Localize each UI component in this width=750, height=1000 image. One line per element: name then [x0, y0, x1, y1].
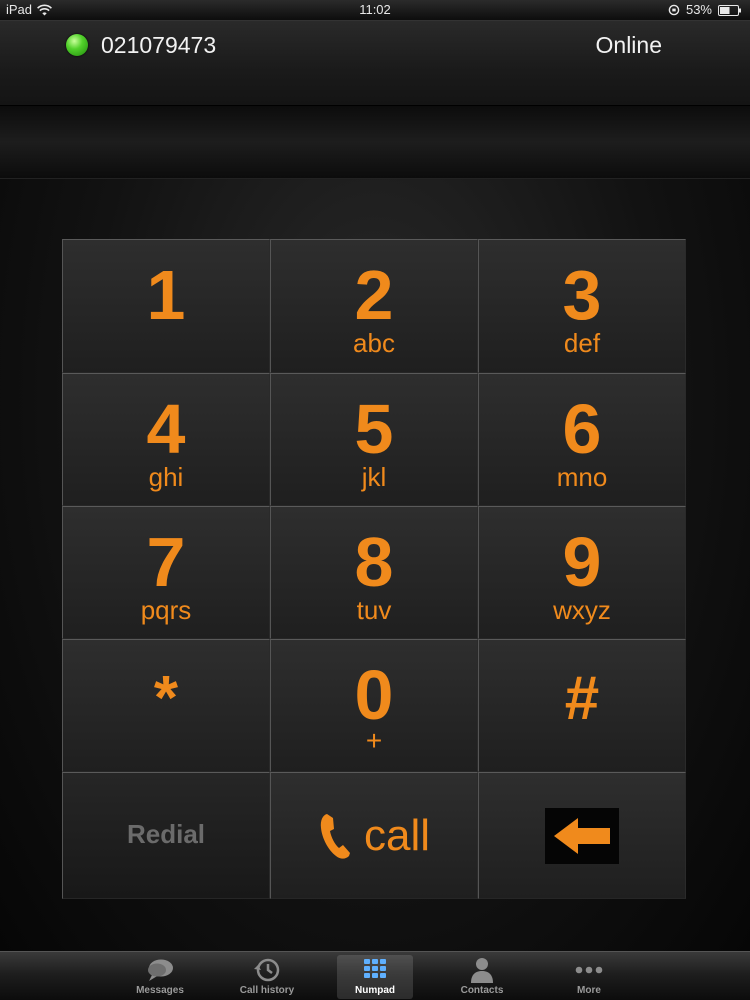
tab-bar: Messages Call history Numpad Contacts Mo… [0, 951, 750, 1000]
online-status-label: Online [595, 32, 662, 58]
tab-label: More [577, 985, 601, 996]
key-3[interactable]: 3 def [478, 239, 686, 373]
key-digit: 1 [146, 256, 186, 334]
key-digit: 8 [354, 523, 394, 601]
phone-icon [318, 811, 352, 861]
key-digit: 0 [354, 656, 394, 734]
key-digit: 2 [354, 256, 394, 334]
dialer-screen: iPad 11:02 53% 021079473 Online 1 2 abc … [0, 0, 750, 1000]
clock-history-icon [229, 955, 305, 985]
key-letters: jkl [361, 462, 387, 492]
key-letters: pqrs [140, 595, 192, 625]
key-hash[interactable]: # [478, 639, 686, 772]
key-digit: 7 [146, 523, 186, 601]
status-time: 11:02 [359, 2, 391, 17]
person-icon [444, 955, 520, 985]
battery-percent: 53% [685, 2, 712, 17]
key-9[interactable]: 9 wxyz [478, 506, 686, 639]
dots-icon [551, 955, 627, 985]
key-digit: 5 [354, 390, 394, 468]
speech-bubble-icon [122, 955, 198, 985]
redial-label: Redial [126, 819, 206, 849]
account-header: 021079473 Online [0, 20, 750, 106]
key-letters: wxyz [553, 595, 611, 625]
call-label: call [363, 810, 431, 860]
key-letters: abc [353, 328, 395, 358]
battery-icon [718, 4, 742, 16]
status-bar: iPad 11:02 53% [0, 0, 750, 20]
key-6[interactable]: 6 mno [478, 373, 686, 506]
keypad-grid-icon [337, 955, 413, 985]
account-number: 021079473 [101, 32, 217, 58]
key-digit: 3 [562, 256, 602, 334]
tab-label: Contacts [460, 985, 504, 996]
status-bar-right: 53% [668, 0, 742, 20]
key-letters: ghi [148, 462, 184, 492]
dialed-number-display [0, 106, 750, 179]
backspace-button[interactable] [478, 772, 686, 899]
key-letters: mno [556, 462, 608, 492]
key-letters: + [365, 725, 383, 756]
online-status-icon [66, 34, 88, 56]
key-digit: 4 [146, 390, 186, 468]
tab-contacts[interactable]: Contacts [444, 955, 520, 999]
key-0[interactable]: 0 + [270, 639, 478, 772]
tab-more[interactable]: More [551, 955, 627, 999]
tab-label: Call history [239, 985, 295, 996]
key-digit: 9 [562, 523, 602, 601]
key-5[interactable]: 5 jkl [270, 373, 478, 506]
tab-label: Messages [136, 985, 184, 996]
key-star[interactable]: * [62, 639, 270, 772]
numpad: 1 2 abc 3 def 4 ghi 5 jkl 6 mno 7 pqrs 8 [62, 239, 686, 899]
tab-label: Numpad [355, 985, 395, 996]
key-7[interactable]: 7 pqrs [62, 506, 270, 639]
call-button[interactable]: call [270, 772, 478, 899]
key-letters: tuv [356, 595, 392, 625]
key-4[interactable]: 4 ghi [62, 373, 270, 506]
key-letters: def [563, 328, 601, 358]
key-2[interactable]: 2 abc [270, 239, 478, 373]
tab-call-history[interactable]: Call history [229, 955, 305, 999]
tab-numpad[interactable]: Numpad [337, 955, 413, 999]
redial-button[interactable]: Redial [62, 772, 270, 899]
tab-messages[interactable]: Messages [122, 955, 198, 999]
key-digit: # [564, 664, 600, 733]
arrow-left-icon [545, 807, 619, 864]
key-8[interactable]: 8 tuv [270, 506, 478, 639]
key-digit: 6 [562, 390, 602, 468]
key-1[interactable]: 1 [62, 239, 270, 373]
key-digit: * [153, 664, 179, 733]
orientation-lock-icon [668, 4, 680, 16]
